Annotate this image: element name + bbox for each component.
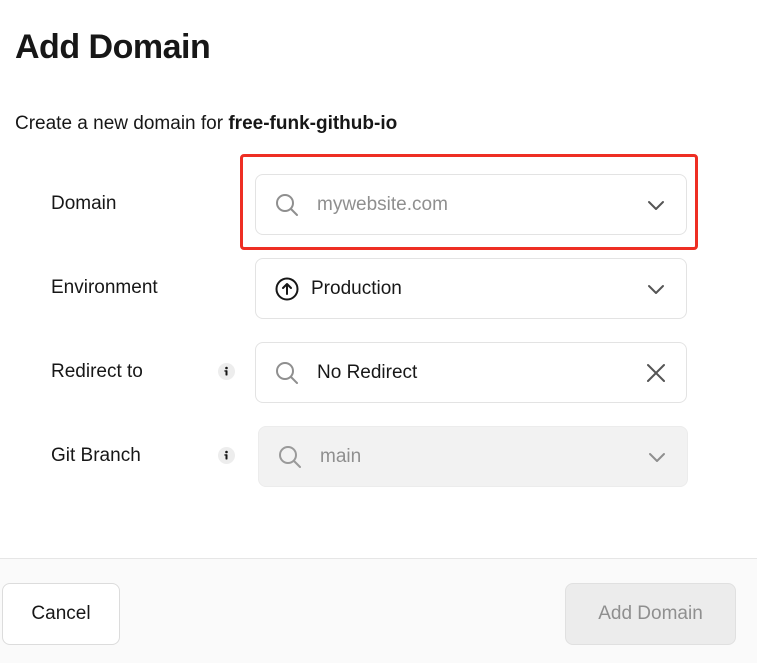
- chevron-down-icon: [645, 445, 669, 469]
- git-branch-value: main: [320, 445, 362, 467]
- git-branch-label: Git Branch: [51, 445, 141, 466]
- add-domain-dialog: Add Domain Create a new domain for free-…: [0, 0, 757, 663]
- chevron-down-icon[interactable]: [644, 277, 668, 301]
- add-domain-button[interactable]: Add Domain: [565, 583, 736, 645]
- info-icon[interactable]: [218, 363, 235, 380]
- arrow-up-circle-icon: [274, 276, 300, 302]
- project-name: free-funk-github-io: [228, 113, 398, 134]
- chevron-down-icon[interactable]: [644, 193, 668, 217]
- close-icon[interactable]: [644, 361, 668, 385]
- dialog-subtitle: Create a new domain for free-funk-github…: [15, 112, 397, 136]
- environment-label: Environment: [51, 277, 158, 298]
- search-icon: [274, 360, 300, 386]
- dialog-title: Add Domain: [15, 28, 211, 66]
- redirect-label: Redirect to: [51, 361, 143, 382]
- environment-value: Production: [311, 277, 402, 299]
- cancel-button[interactable]: Cancel: [2, 583, 120, 645]
- domain-label: Domain: [51, 193, 117, 214]
- environment-select[interactable]: Production: [255, 258, 687, 319]
- info-icon[interactable]: [218, 447, 235, 464]
- search-icon: [274, 192, 300, 218]
- domain-combobox[interactable]: mywebsite.com: [255, 174, 687, 235]
- redirect-combobox[interactable]: No Redirect: [255, 342, 687, 403]
- dialog-footer: Cancel Add Domain: [0, 558, 757, 663]
- search-icon: [277, 444, 303, 470]
- subtitle-text: Create a new domain for: [15, 113, 229, 134]
- redirect-input[interactable]: No Redirect: [317, 361, 417, 385]
- domain-input[interactable]: mywebsite.com: [317, 193, 448, 217]
- git-branch-combobox: main: [258, 426, 688, 487]
